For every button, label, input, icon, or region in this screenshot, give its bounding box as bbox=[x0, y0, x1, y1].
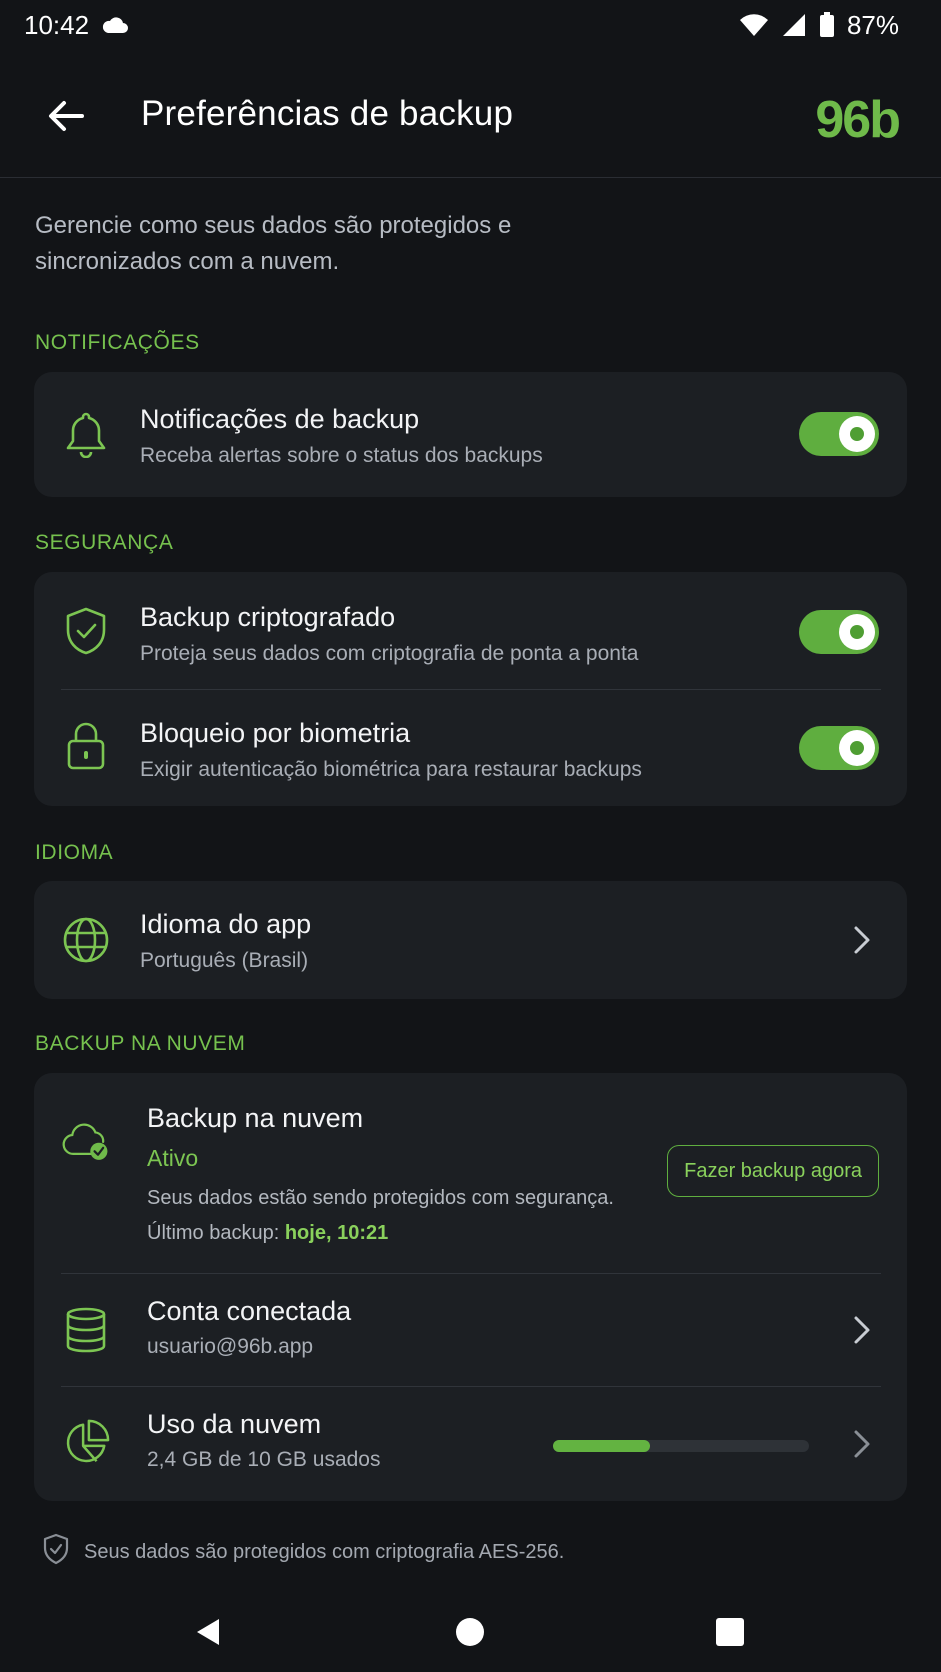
cloud-check-icon bbox=[62, 1117, 110, 1165]
biometric-lock-row[interactable]: Bloqueio por biometria Exigir autenticaç… bbox=[34, 689, 907, 806]
cloud-usage-subtitle: 2,4 GB de 10 GB usados bbox=[147, 1448, 381, 1471]
status-time: 10:42 bbox=[24, 9, 90, 40]
cloud-usage-progress bbox=[553, 1440, 809, 1452]
encrypted-backup-title: Backup criptografado bbox=[140, 602, 396, 632]
backup-now-button[interactable]: Fazer backup agora bbox=[667, 1145, 879, 1197]
section-label-cloud: BACKUP NA NUVEM bbox=[35, 1032, 246, 1055]
wifi-icon bbox=[739, 13, 769, 37]
page-title: Preferências de backup bbox=[141, 94, 514, 133]
cloud-backup-description: Seus dados estão sendo protegidos com se… bbox=[147, 1187, 614, 1209]
cloud-card: Backup na nuvem Ativo Seus dados estão s… bbox=[34, 1073, 907, 1501]
cloud-icon bbox=[101, 15, 129, 35]
arrow-left-icon bbox=[49, 101, 84, 131]
battery-percent: 87% bbox=[846, 9, 899, 40]
notifications-card: Notificações de backup Receba alertas so… bbox=[34, 372, 907, 497]
last-backup-line: Último backup: hoje, 10:21 bbox=[147, 1222, 388, 1245]
globe-icon bbox=[62, 916, 110, 964]
cloud-usage-progress-fill bbox=[553, 1440, 651, 1452]
bell-icon bbox=[62, 410, 110, 458]
security-card: Backup criptografado Proteja seus dados … bbox=[34, 572, 907, 806]
section-label-notifications: NOTIFICAÇÕES bbox=[35, 331, 200, 354]
nav-home-button[interactable] bbox=[450, 1612, 490, 1652]
square-recents-icon bbox=[716, 1618, 744, 1646]
database-icon bbox=[62, 1306, 110, 1354]
biometric-lock-title: Bloqueio por biometria bbox=[140, 718, 411, 748]
notifications-subtitle: Receba alertas sobre o status dos backup… bbox=[140, 444, 543, 467]
triangle-back-icon bbox=[197, 1619, 219, 1645]
signal-icon bbox=[781, 13, 807, 37]
last-backup-value: hoje, 10:21 bbox=[284, 1222, 389, 1244]
section-label-language: IDIOMA bbox=[35, 841, 114, 864]
biometric-lock-subtitle: Exigir autenticação biométrica para rest… bbox=[140, 758, 642, 781]
encrypted-backup-subtitle: Proteja seus dados com criptografia de p… bbox=[140, 642, 639, 665]
app-logo: 96b bbox=[815, 91, 901, 149]
footer-note: Seus dados são protegidos com criptograf… bbox=[42, 1533, 564, 1571]
app-language-title: Idioma do app bbox=[140, 909, 312, 939]
system-nav-bar bbox=[0, 1590, 941, 1672]
pie-chart-icon bbox=[62, 1419, 110, 1467]
app-language-subtitle: Português (Brasil) bbox=[140, 949, 309, 972]
status-bar: 10:42 87% bbox=[0, 0, 941, 50]
nav-recents-button[interactable] bbox=[710, 1612, 750, 1652]
app-language-row[interactable]: Idioma do app Português (Brasil) bbox=[34, 881, 907, 999]
cloud-backup-title: Backup na nuvem bbox=[147, 1103, 364, 1133]
intro-text: Gerencie como seus dados são protegidos … bbox=[35, 212, 512, 275]
cloud-backup-status: Ativo bbox=[147, 1145, 199, 1171]
battery-icon bbox=[819, 12, 835, 38]
nav-back-button[interactable] bbox=[188, 1612, 228, 1652]
circle-home-icon bbox=[456, 1618, 484, 1646]
lock-icon bbox=[62, 722, 110, 770]
notifications-toggle[interactable] bbox=[799, 412, 879, 456]
footer-note-text: Seus dados são protegidos com criptograf… bbox=[84, 1540, 565, 1563]
connected-account-row[interactable]: Conta conectada usuario@96b.app bbox=[34, 1273, 907, 1386]
shield-icon bbox=[42, 1533, 70, 1571]
back-button[interactable] bbox=[38, 88, 94, 144]
connected-account-email: usuario@96b.app bbox=[147, 1335, 314, 1358]
cloud-usage-title: Uso da nuvem bbox=[147, 1409, 322, 1439]
section-label-security: SEGURANÇA bbox=[35, 531, 174, 554]
biometric-lock-toggle[interactable] bbox=[799, 726, 879, 770]
encrypted-backup-toggle[interactable] bbox=[799, 610, 879, 654]
notifications-title: Notificações de backup bbox=[140, 404, 420, 434]
chevron-right-icon bbox=[847, 920, 877, 960]
encrypted-backup-row[interactable]: Backup criptografado Proteja seus dados … bbox=[34, 572, 907, 689]
chevron-right-icon bbox=[847, 1424, 877, 1464]
language-card: Idioma do app Português (Brasil) bbox=[34, 881, 907, 999]
connected-account-title: Conta conectada bbox=[147, 1296, 352, 1326]
cloud-backup-row: Backup na nuvem Ativo Seus dados estão s… bbox=[34, 1073, 907, 1273]
last-backup-label: Último backup: bbox=[147, 1222, 280, 1244]
cloud-usage-row[interactable]: Uso da nuvem 2,4 GB de 10 GB usados bbox=[34, 1386, 907, 1501]
notifications-row[interactable]: Notificações de backup Receba alertas so… bbox=[34, 372, 907, 497]
chevron-right-icon bbox=[847, 1310, 877, 1350]
shield-check-icon bbox=[62, 607, 110, 655]
app-bar: Preferências de backup 96b bbox=[0, 60, 941, 178]
